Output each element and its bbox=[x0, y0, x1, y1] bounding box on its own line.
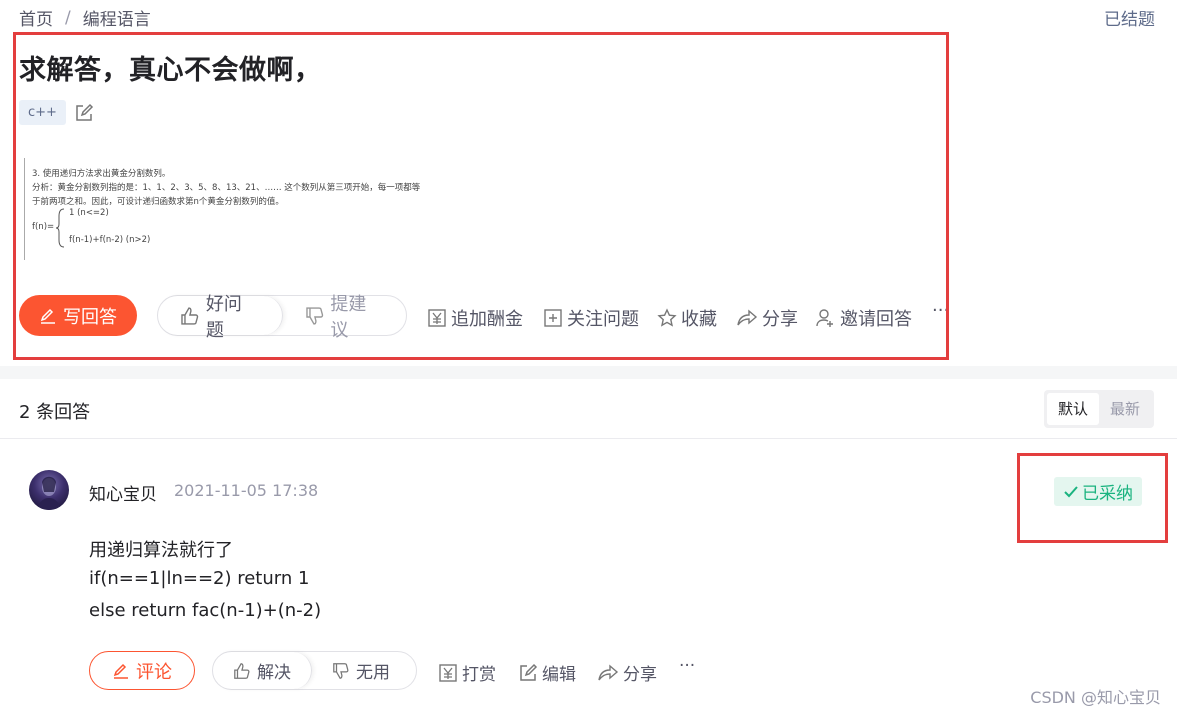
figure-line: 于前两项之和。因此，可设计递归函数求第n个黄金分割数列的值。 bbox=[32, 197, 284, 207]
pen-icon bbox=[40, 308, 55, 324]
comment-label: 评论 bbox=[136, 661, 172, 683]
follow-question-label: 关注问题 bbox=[567, 309, 639, 330]
answer-author[interactable]: 知心宝贝 bbox=[89, 480, 157, 505]
thumbs-up-icon bbox=[181, 306, 199, 325]
share-icon bbox=[598, 663, 619, 680]
figure-line: 3. 使用递归方法求出黄金分割数列。 bbox=[32, 169, 171, 179]
question-title: 求解答，真心不会做啊， bbox=[19, 55, 322, 86]
invite-answer-label: 邀请回答 bbox=[840, 309, 912, 330]
edit-answer-button[interactable]: 编辑 bbox=[518, 660, 576, 685]
plus-square-icon bbox=[544, 309, 562, 327]
share-label: 分享 bbox=[762, 309, 798, 330]
answer-count: 2 条回答 bbox=[19, 402, 91, 423]
share-answer-label: 分享 bbox=[623, 665, 657, 685]
edit-tag-icon[interactable] bbox=[74, 103, 94, 123]
check-icon bbox=[1064, 485, 1078, 497]
answer-date: 2021-11-05 17:38 bbox=[174, 481, 319, 500]
write-answer-button[interactable]: 写回答 bbox=[19, 295, 137, 336]
breadcrumb-separator: / bbox=[65, 7, 71, 28]
thumbs-down-icon bbox=[305, 306, 323, 325]
answer-line: 用递归算法就行了 bbox=[89, 540, 233, 561]
suggest-label: 提建议 bbox=[330, 293, 367, 341]
edit-label: 编辑 bbox=[542, 665, 576, 685]
answer-vote-group: 解决 无用 bbox=[212, 651, 417, 690]
thumbs-up-icon bbox=[234, 662, 250, 679]
tip-label: 打赏 bbox=[462, 665, 496, 685]
suggest-button[interactable]: 提建议 bbox=[283, 294, 407, 341]
sort-default-tab[interactable]: 默认 bbox=[1046, 393, 1099, 425]
answer-line: if(n==1|ln==2) return 1 bbox=[89, 568, 310, 589]
add-bounty-label: 追加酬金 bbox=[451, 309, 523, 330]
invite-answer-button[interactable]: 邀请回答 bbox=[816, 305, 912, 331]
figure-line: 分析：黄金分割数列指的是：1、1、2、3、5、8、13、21、…… 这个数列从第… bbox=[32, 183, 421, 193]
sort-toggle: 默认 最新 bbox=[1043, 390, 1154, 428]
question-image: 3. 使用递归方法求出黄金分割数列。 分析：黄金分割数列指的是：1、1、2、3、… bbox=[24, 158, 445, 260]
answer-line: else return fac(n-1)+(n-2) bbox=[89, 600, 322, 621]
comment-button[interactable]: 评论 bbox=[89, 651, 195, 690]
solved-button[interactable]: 解决 bbox=[213, 652, 312, 689]
favorite-button[interactable]: 收藏 bbox=[657, 305, 717, 331]
add-bounty-button[interactable]: 追加酬金 bbox=[427, 305, 523, 331]
breadcrumb-home[interactable]: 首页 bbox=[19, 5, 53, 30]
figure-line: f(n-1)+f(n-2) (n>2) bbox=[69, 235, 151, 245]
edit-icon bbox=[520, 663, 538, 681]
write-answer-label: 写回答 bbox=[63, 306, 117, 328]
pen-icon bbox=[113, 663, 128, 679]
more-actions-button[interactable]: ··· bbox=[932, 300, 949, 321]
bounty-icon bbox=[428, 309, 446, 327]
solved-label: 解决 bbox=[257, 663, 291, 683]
bounty-icon bbox=[439, 663, 457, 682]
more-answer-actions-button[interactable]: ··· bbox=[679, 656, 695, 676]
accepted-badge: 已采纳 bbox=[1054, 477, 1142, 506]
share-answer-button[interactable]: 分享 bbox=[597, 660, 657, 685]
useless-button[interactable]: 无用 bbox=[312, 652, 410, 689]
question-tag[interactable]: c++ bbox=[19, 100, 66, 125]
avatar[interactable] bbox=[29, 470, 69, 510]
useless-label: 无用 bbox=[356, 663, 390, 683]
question-status: 已结题 bbox=[1104, 10, 1155, 30]
star-icon bbox=[657, 308, 677, 327]
good-question-label: 好问题 bbox=[205, 293, 242, 341]
sort-newest-tab[interactable]: 最新 bbox=[1099, 393, 1151, 425]
brace-icon bbox=[55, 208, 65, 248]
share-button[interactable]: 分享 bbox=[736, 305, 798, 331]
accepted-label: 已采纳 bbox=[1082, 484, 1133, 504]
invite-user-icon bbox=[816, 309, 833, 327]
section-divider bbox=[0, 366, 1177, 379]
header-divider bbox=[0, 438, 1177, 439]
question-vote-group: 好问题 提建议 bbox=[157, 294, 407, 341]
follow-question-button[interactable]: 关注问题 bbox=[543, 305, 639, 331]
thumbs-down-icon bbox=[333, 662, 349, 679]
breadcrumb: 首页 / 编程语言 bbox=[19, 5, 151, 31]
tip-button[interactable]: 打赏 bbox=[438, 660, 496, 685]
share-icon bbox=[737, 309, 758, 326]
favorite-label: 收藏 bbox=[681, 309, 717, 330]
good-question-button[interactable]: 好问题 bbox=[158, 294, 283, 341]
watermark: CSDN @知心宝贝 bbox=[1030, 688, 1161, 707]
figure-line: f(n)= bbox=[32, 222, 55, 232]
figure-line: 1 (n<=2) bbox=[69, 208, 109, 218]
breadcrumb-category[interactable]: 编程语言 bbox=[83, 5, 151, 30]
